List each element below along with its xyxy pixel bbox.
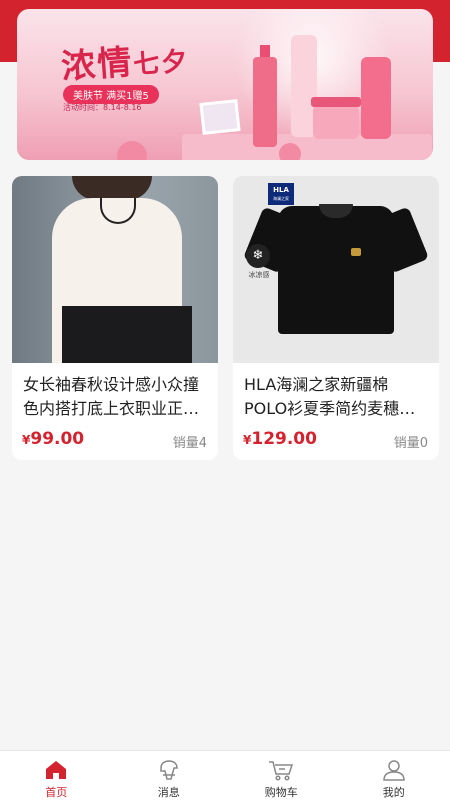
promo-banner[interactable]: 浓情七夕 美肤节 满买1赠5 活动时间：8.14-8.16 (17, 9, 433, 160)
tab-profile[interactable]: 我的 (338, 751, 450, 800)
product-image-skirt (62, 306, 192, 363)
tab-label: 首页 (45, 786, 68, 799)
bottom-tab-bar: 首页 消息 购物车 我的 (0, 750, 450, 800)
tab-cart[interactable]: 购物车 (225, 751, 338, 800)
product-price: ¥99.00 (22, 429, 84, 449)
user-icon (381, 758, 407, 781)
product-card[interactable]: 女长袖春秋设计感小众撞色内搭打底上衣职业正… ¥99.00 销量4 (12, 176, 218, 460)
product-sales: 销量0 (393, 436, 428, 451)
cooling-badge: ❄ 冰凉感 (246, 244, 272, 284)
product-sales: 销量4 (172, 436, 207, 451)
product-image-polo-logo (351, 248, 361, 256)
tab-messages[interactable]: 消息 (113, 751, 226, 800)
banner-bottle (361, 57, 391, 139)
tab-home[interactable]: 首页 (0, 751, 113, 800)
banner-title-main: 浓情 (60, 42, 135, 88)
brand-logo-subtext: 海澜之家 (273, 196, 289, 201)
message-icon (156, 758, 182, 781)
cooling-badge-label: 冰凉感 (248, 271, 270, 279)
banner-rose (279, 143, 301, 160)
product-name[interactable]: 女长袖春秋设计感小众撞色内搭打底上衣职业正… (23, 373, 209, 421)
banner-bottle (253, 45, 277, 147)
cart-icon (268, 758, 294, 781)
home-icon (43, 758, 69, 781)
banner-jar (311, 97, 361, 139)
product-image-polo (278, 206, 394, 334)
brand-logo-text: HLA (273, 186, 289, 194)
product-card[interactable]: HLA 海澜之家 ❄ 冰凉感 HLA海澜之家新疆棉POLO衫夏季简约麦穗刺绣… … (233, 176, 439, 460)
product-image-hair (72, 176, 152, 200)
tab-label: 消息 (157, 786, 180, 799)
banner-date: 活动时间：8.14-8.16 (63, 103, 142, 112)
product-name[interactable]: HLA海澜之家新疆棉POLO衫夏季简约麦穗刺绣… (244, 373, 430, 421)
price-value: 99.00 (30, 429, 85, 449)
product-price: ¥129.00 (243, 429, 317, 449)
product-image[interactable] (12, 176, 218, 363)
product-image[interactable]: HLA 海澜之家 ❄ 冰凉感 (233, 176, 439, 363)
banner-rose (117, 141, 147, 160)
price-value: 129.00 (251, 429, 317, 449)
banner-title-accent: 七夕 (132, 46, 191, 81)
banner-title: 浓情七夕 (59, 31, 190, 89)
brand-logo: HLA 海澜之家 (268, 183, 294, 205)
snowflake-icon: ❄ (246, 244, 270, 268)
tab-label: 我的 (382, 786, 405, 799)
tab-label: 购物车 (264, 786, 298, 799)
banner-shelf (182, 134, 432, 160)
banner-photo-frame (199, 99, 241, 135)
